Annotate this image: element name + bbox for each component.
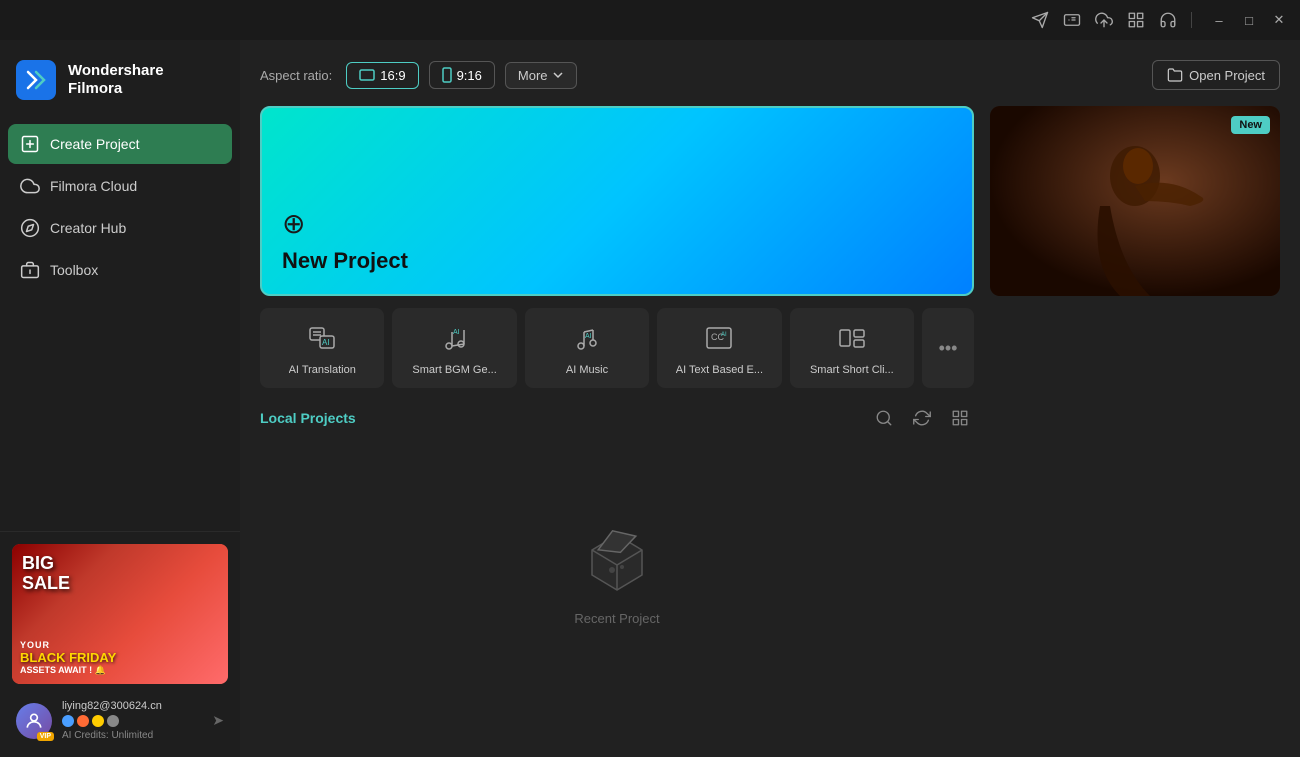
sidebar-item-create-project[interactable]: Create Project: [8, 124, 232, 164]
logo-text: Wondershare Filmora: [68, 62, 164, 98]
user-area[interactable]: VIP liying82@300624.cn AI Credits: Unlim…: [12, 696, 228, 745]
aspect-9-16-label: 9:16: [457, 68, 482, 83]
tool-label: AI Text Based E...: [676, 364, 763, 376]
user-more-icon[interactable]: ➤: [212, 712, 224, 729]
tool-smart-bgm[interactable]: AI Smart BGM Ge...: [392, 308, 516, 388]
promo-overlay-text: YOUR BLACK FRIDAY ASSETS AWAIT ! 🔔: [20, 640, 220, 676]
logo-area: Wondershare Filmora: [0, 48, 240, 120]
left-column: ⊕ New Project AI: [260, 106, 974, 737]
local-projects-header: Local Projects: [260, 404, 974, 432]
more-dots-icon: •••: [939, 338, 958, 359]
tool-smart-short-clip[interactable]: Smart Short Cli...: [790, 308, 914, 388]
local-projects-title: Local Projects: [260, 410, 356, 426]
sidebar-item-label: Create Project: [50, 136, 139, 152]
promo-card-new-badge: New: [1231, 116, 1270, 134]
new-project-label: New Project: [282, 248, 952, 274]
aspect-16-9-button[interactable]: 16:9: [346, 62, 418, 89]
svg-text:AI: AI: [453, 329, 460, 336]
aspect-ratio-bar: Aspect ratio: 16:9 9:16 More Open Projec…: [260, 60, 1280, 90]
aspect-16-9-label: 16:9: [380, 68, 405, 83]
tool-label: AI Translation: [289, 364, 356, 376]
tool-ai-music[interactable]: AI AI Music: [525, 308, 649, 388]
refresh-icon[interactable]: [908, 404, 936, 432]
tool-ai-text-based[interactable]: CC AI AI Text Based E...: [657, 308, 781, 388]
tool-label: AI Music: [566, 364, 608, 376]
close-button[interactable]: ✕: [1270, 11, 1288, 29]
more-button[interactable]: More: [505, 62, 577, 89]
svg-text:AI: AI: [322, 338, 330, 347]
sidebar-item-toolbox[interactable]: Toolbox: [8, 250, 232, 290]
headphones-icon[interactable]: [1159, 11, 1177, 29]
promo-card: New AI Video Enhancer Unlock the power o…: [990, 106, 1280, 296]
sidebar-nav: Create Project Filmora Cloud Creator Hub: [0, 120, 240, 531]
aspect-ratio-label: Aspect ratio:: [260, 68, 332, 83]
tool-ai-translation[interactable]: AI AI Translation: [260, 308, 384, 388]
svg-text:AI: AI: [721, 332, 727, 338]
search-icon[interactable]: [870, 404, 898, 432]
tool-label: Smart BGM Ge...: [412, 364, 496, 376]
empty-state: Recent Project: [260, 444, 974, 737]
more-label: More: [518, 68, 548, 83]
ai-music-icon: AI: [569, 320, 605, 356]
main-content: Aspect ratio: 16:9 9:16 More Open Projec…: [240, 40, 1300, 757]
app-name-line1: Wondershare: [68, 62, 164, 80]
new-project-icon: ⊕: [282, 207, 952, 240]
user-info: liying82@300624.cn AI Credits: Unlimited: [62, 700, 202, 741]
cloud-icon: [20, 176, 40, 196]
ai-translation-icon: AI: [304, 320, 340, 356]
sidebar-item-creator-hub[interactable]: Creator Hub: [8, 208, 232, 248]
open-project-button[interactable]: Open Project: [1152, 60, 1280, 90]
plus-square-icon: [20, 134, 40, 154]
titlebar-divider: [1191, 12, 1192, 28]
cloud-upload-icon[interactable]: [1095, 11, 1113, 29]
sidebar: Wondershare Filmora Create Project Filmo…: [0, 40, 240, 757]
app-name-line2: Filmora: [68, 80, 164, 98]
layout-icon[interactable]: [946, 404, 974, 432]
tool-label: Smart Short Cli...: [810, 364, 894, 376]
logo-icon: [16, 60, 56, 100]
sidebar-bottom: BIGSALE YOUR BLACK FRIDAY ASSETS AWAIT !…: [0, 531, 240, 757]
sidebar-item-label: Filmora Cloud: [50, 178, 137, 194]
sidebar-item-label: Creator Hub: [50, 220, 126, 236]
avatar: VIP: [16, 703, 52, 739]
trumpet-figure: [990, 106, 1280, 296]
promo-image: BIGSALE YOUR BLACK FRIDAY ASSETS AWAIT !…: [12, 544, 228, 684]
tool-more-button[interactable]: •••: [922, 308, 974, 388]
user-credits: AI Credits: Unlimited: [62, 730, 202, 741]
promo-banner[interactable]: BIGSALE YOUR BLACK FRIDAY ASSETS AWAIT !…: [12, 544, 228, 684]
header-actions: [870, 404, 974, 432]
id-card-icon[interactable]: [1063, 11, 1081, 29]
maximize-button[interactable]: □: [1240, 11, 1258, 29]
app-body: Wondershare Filmora Create Project Filmo…: [0, 40, 1300, 757]
minimize-button[interactable]: –: [1210, 11, 1228, 29]
empty-label: Recent Project: [574, 611, 659, 626]
user-email: liying82@300624.cn: [62, 700, 202, 712]
titlebar: – □ ✕: [0, 0, 1300, 40]
titlebar-icons: – □ ✕: [1031, 11, 1288, 29]
empty-box-icon: [577, 515, 657, 595]
toolbox-icon: [20, 260, 40, 280]
promo-card-image: New: [990, 106, 1280, 296]
grid-icon[interactable]: [1127, 11, 1145, 29]
smart-bgm-icon: AI: [437, 320, 473, 356]
vip-badge: VIP: [37, 732, 54, 741]
ai-text-icon: CC AI: [701, 320, 737, 356]
sidebar-item-filmora-cloud[interactable]: Filmora Cloud: [8, 166, 232, 206]
sidebar-item-label: Toolbox: [50, 262, 98, 278]
new-project-banner[interactable]: ⊕ New Project: [260, 106, 974, 296]
compass-icon: [20, 218, 40, 238]
tools-row: AI AI Translation: [260, 308, 974, 388]
right-column: New AI Video Enhancer Unlock the power o…: [990, 106, 1280, 737]
content-grid: ⊕ New Project AI: [260, 106, 1280, 737]
svg-text:AI: AI: [585, 333, 592, 340]
window-controls: – □ ✕: [1210, 11, 1288, 29]
paper-plane-icon[interactable]: [1031, 11, 1049, 29]
aspect-9-16-button[interactable]: 9:16: [429, 61, 495, 89]
smart-short-icon: [834, 320, 870, 356]
open-project-label: Open Project: [1189, 68, 1265, 83]
